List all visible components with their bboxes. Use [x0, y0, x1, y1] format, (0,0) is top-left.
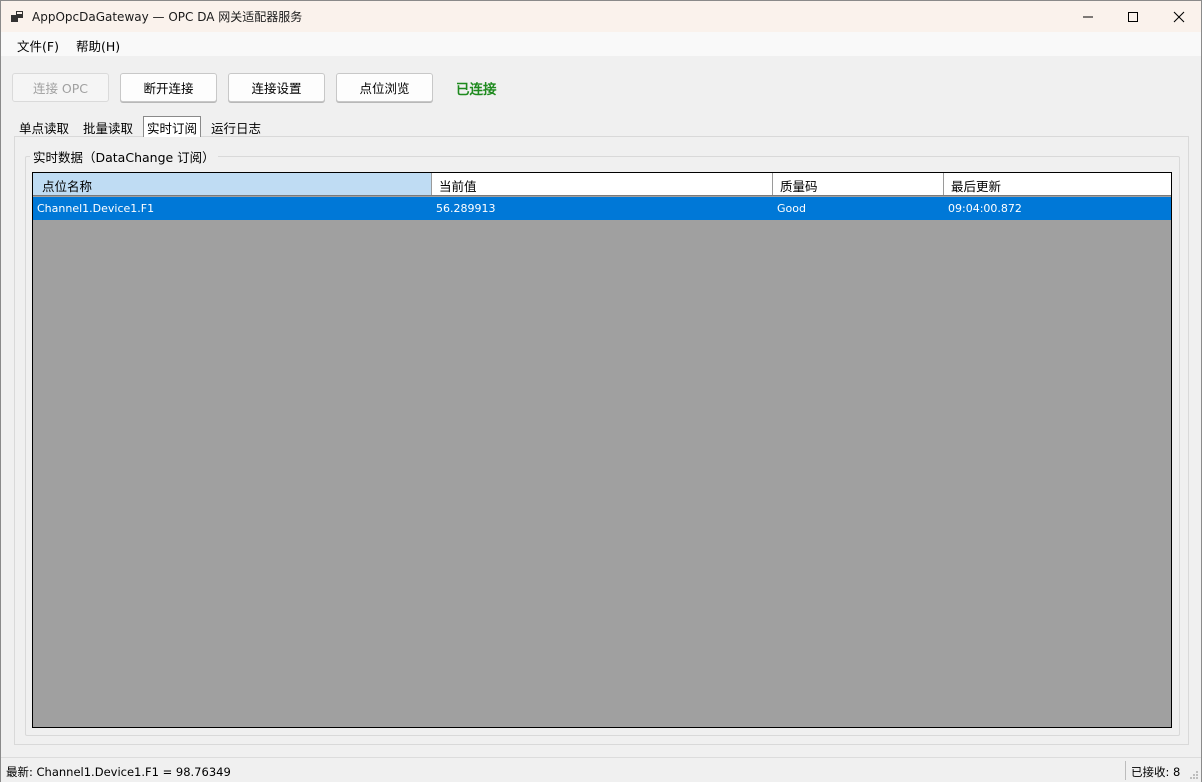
cell-quality[interactable]: Good — [773, 197, 944, 220]
app-window-icon — [11, 11, 23, 22]
column-header-quality[interactable]: 质量码 — [773, 173, 944, 195]
menu-file[interactable]: 文件(F) — [17, 36, 59, 55]
connection-status-label: 已连接 — [456, 82, 497, 98]
menu-help[interactable]: 帮助(H) — [76, 36, 120, 55]
cell-last-updated[interactable]: 09:04:00.872 — [944, 197, 1171, 220]
column-header-tag-name[interactable]: 点位名称 — [33, 173, 432, 195]
close-button[interactable] — [1156, 1, 1202, 32]
disconnect-button[interactable]: 断开连接 — [120, 73, 217, 102]
status-bar: 最新: Channel1.Device1.F1 = 98.76349 已接收: … — [1, 757, 1201, 782]
realtime-data-grid[interactable]: 点位名称 当前值 质量码 最后更新 Channel1.Device1.F1 56… — [32, 172, 1172, 728]
connection-settings-button[interactable]: 连接设置 — [228, 73, 325, 102]
tab-run-log[interactable]: 运行日志 — [208, 117, 264, 137]
cell-tag-name[interactable]: Channel1.Device1.F1 — [33, 197, 432, 220]
menu-bar: 文件(F) 帮助(H) — [1, 32, 1201, 56]
latest-value-status: 最新: Channel1.Device1.F1 = 98.76349 — [6, 765, 231, 779]
maximize-icon — [1128, 11, 1138, 22]
column-header-current-value[interactable]: 当前值 — [432, 173, 773, 195]
tab-single-read[interactable]: 单点读取 — [16, 117, 72, 137]
main-window: AppOpcDaGateway — OPC DA 网关适配器服务 文件(F) 帮… — [0, 0, 1202, 782]
tag-browse-button[interactable]: 点位浏览 — [336, 73, 433, 102]
tab-batch-read[interactable]: 批量读取 — [80, 117, 136, 137]
resize-grip-icon[interactable] — [1189, 770, 1199, 780]
received-count-status: 已接收: 8 — [1131, 765, 1181, 779]
status-separator — [1125, 761, 1126, 780]
maximize-button[interactable] — [1110, 1, 1156, 32]
column-header-last-updated[interactable]: 最后更新 — [944, 173, 1171, 195]
minimize-button[interactable] — [1065, 1, 1111, 32]
table-row[interactable]: Channel1.Device1.F1 56.289913 Good 09:04… — [33, 197, 1171, 220]
tab-realtime-subscribe[interactable]: 实时订阅 — [143, 116, 202, 137]
window-title: AppOpcDaGateway — OPC DA 网关适配器服务 — [32, 10, 303, 24]
connect-opc-button[interactable]: 连接 OPC — [12, 73, 109, 102]
cell-current-value[interactable]: 56.289913 — [432, 197, 773, 220]
grid-header: 点位名称 当前值 质量码 最后更新 — [33, 173, 1171, 196]
group-title: 实时数据（DataChange 订阅） — [30, 147, 218, 166]
minimize-icon — [1083, 16, 1093, 17]
close-icon — [1173, 11, 1185, 22]
title-bar[interactable]: AppOpcDaGateway — OPC DA 网关适配器服务 — [1, 1, 1201, 32]
